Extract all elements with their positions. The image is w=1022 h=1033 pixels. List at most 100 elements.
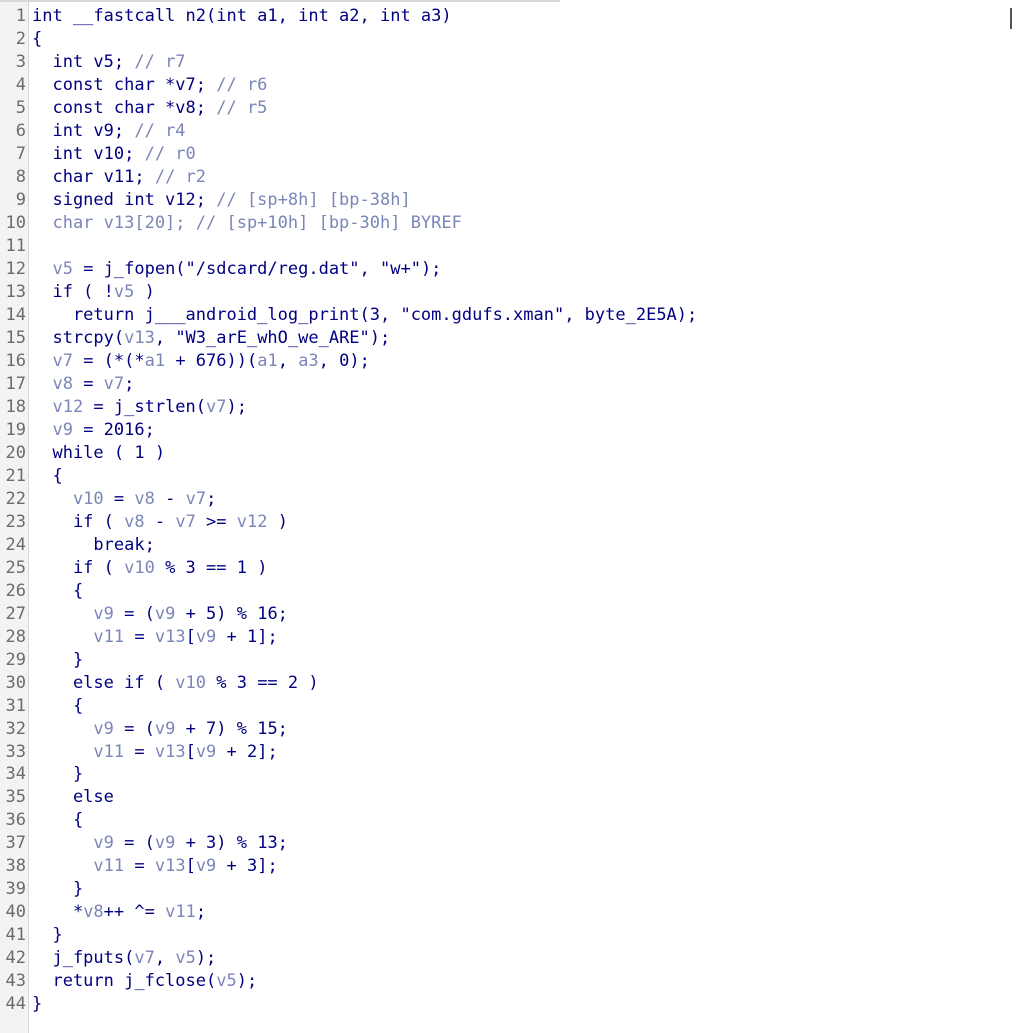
line-number: 35: [5, 787, 26, 808]
code-text[interactable]: }: [32, 994, 42, 1014]
code-line[interactable]: 33 v11 = v13[v9 + 2];: [0, 741, 1022, 764]
code-variable: v11: [32, 856, 125, 877]
code-text[interactable]: const char *v7; // r6: [32, 75, 267, 95]
code-line[interactable]: 14 return j___android_log_print(3, "com.…: [0, 304, 1022, 327]
code-line[interactable]: 10 char v13[20]; // [sp+10h] [bp-30h] BY…: [0, 212, 1022, 235]
code-line[interactable]: 25 if ( v10 % 3 == 1 ): [0, 557, 1022, 580]
code-text[interactable]: if ( v8 - v7 >= v12 ): [32, 512, 288, 532]
code-text[interactable]: v8 = v7;: [32, 374, 134, 394]
code-text[interactable]: v11 = v13[v9 + 2];: [32, 741, 277, 762]
code-text[interactable]: const char *v8; // r5: [32, 98, 267, 118]
code-text[interactable]: v11 = v13[v9 + 1];: [32, 627, 277, 647]
code-text[interactable]: int v10; // r0: [32, 144, 195, 164]
code-line[interactable]: 2{: [0, 28, 1022, 51]
code-line[interactable]: 11: [0, 235, 1022, 258]
code-line[interactable]: 24 break;: [0, 534, 1022, 557]
code-line[interactable]: 1 int __fastcall n2(int a1, int a2, int a…: [0, 5, 1022, 28]
code-line[interactable]: 43 return j_fclose(v5);: [0, 970, 1022, 993]
code-line[interactable]: 21 {: [0, 465, 1022, 488]
code-text[interactable]: v9 = 2016;: [32, 420, 154, 440]
code-text[interactable]: return j___android_log_print(3, "com.gdu…: [32, 305, 697, 325]
code-line[interactable]: 35 else: [0, 786, 1022, 809]
code-text[interactable]: v9 = (v9 + 3) % 13;: [32, 833, 288, 853]
code-line[interactable]: 38 v11 = v13[v9 + 3];: [0, 855, 1022, 878]
code-line[interactable]: 8 char v11; // r2: [0, 166, 1022, 189]
code-line[interactable]: 30 else if ( v10 % 3 == 2 ): [0, 672, 1022, 695]
code-line[interactable]: 29 }: [0, 649, 1022, 672]
code-text[interactable]: break;: [32, 535, 154, 555]
code-text[interactable]: char v11; // r2: [32, 167, 206, 187]
code-line[interactable]: 13 if ( !v5 ): [0, 281, 1022, 304]
code-token: [: [185, 741, 196, 762]
line-number: 41: [5, 925, 26, 946]
code-text[interactable]: }: [32, 925, 62, 945]
code-token: =: [72, 373, 104, 394]
code-line[interactable]: 6 int v9; // r4: [0, 120, 1022, 143]
code-text[interactable]: int v9; // r4: [32, 121, 185, 141]
code-line[interactable]: 37 v9 = (v9 + 3) % 13;: [0, 832, 1022, 855]
code-text[interactable]: {: [32, 466, 62, 486]
code-text[interactable]: return j_fclose(v5);: [32, 971, 257, 991]
code-line[interactable]: 19 v9 = 2016;: [0, 419, 1022, 442]
code-line[interactable]: 23 if ( v8 - v7 >= v12 ): [0, 511, 1022, 534]
code-token: ,: [154, 948, 176, 969]
code-line[interactable]: 12 v5 = j_fopen("/sdcard/reg.dat", "w+")…: [0, 258, 1022, 281]
code-text[interactable]: {: [32, 810, 83, 830]
code-token: % 3 == 2 ): [206, 672, 319, 693]
code-text[interactable]: v9 = (v9 + 5) % 16;: [32, 604, 288, 624]
code-line[interactable]: 31 {: [0, 695, 1022, 718]
code-text[interactable]: v7 = (*(*a1 + 676))(a1, a3, 0);: [32, 351, 369, 371]
code-text[interactable]: j_fputs(v7, v5);: [32, 948, 216, 968]
code-text[interactable]: {: [32, 696, 83, 716]
code-text[interactable]: {: [32, 29, 42, 49]
code-text[interactable]: strcpy(v13, "W3_arE_whO_we_ARE");: [32, 328, 390, 348]
code-line[interactable]: 4 const char *v7; // r6: [0, 74, 1022, 97]
code-line[interactable]: 15 strcpy(v13, "W3_arE_whO_we_ARE");: [0, 327, 1022, 350]
code-token: int __fastcall n2(int a1, int a2, int a3…: [32, 6, 452, 26]
code-text[interactable]: }: [32, 879, 83, 899]
code-line[interactable]: 18 v12 = j_strlen(v7);: [0, 396, 1022, 419]
code-line[interactable]: 7 int v10; // r0: [0, 143, 1022, 166]
pseudocode-view[interactable]: 1 int __fastcall n2(int a1, int a2, int a…: [0, 5, 1022, 1016]
code-text[interactable]: v10 = v8 - v7;: [32, 489, 216, 509]
code-token: = j_strlen(: [83, 396, 207, 417]
code-text[interactable]: v12 = j_strlen(v7);: [32, 397, 247, 417]
code-text[interactable]: *v8++ ^= v11;: [32, 902, 206, 922]
code-text[interactable]: if ( !v5 ): [32, 282, 154, 302]
code-text[interactable]: int v5; // r7: [32, 52, 185, 72]
code-line[interactable]: 3 int v5; // r7: [0, 51, 1022, 74]
code-line[interactable]: 17 v8 = v7;: [0, 373, 1022, 396]
code-line[interactable]: 22 v10 = v8 - v7;: [0, 488, 1022, 511]
code-line[interactable]: 39 }: [0, 878, 1022, 901]
code-text[interactable]: signed int v12; // [sp+8h] [bp-38h]: [32, 190, 410, 210]
code-text[interactable]: else if ( v10 % 3 == 2 ): [32, 673, 319, 693]
code-variable: v9: [195, 741, 217, 762]
code-text[interactable]: while ( 1 ): [32, 443, 165, 463]
code-line[interactable]: 26 {: [0, 580, 1022, 603]
code-line[interactable]: 42 j_fputs(v7, v5);: [0, 947, 1022, 970]
code-text[interactable]: {: [32, 581, 83, 601]
code-text[interactable]: v9 = (v9 + 7) % 15;: [32, 719, 288, 739]
line-number: 6: [15, 120, 26, 141]
code-line[interactable]: 27 v9 = (v9 + 5) % 16;: [0, 603, 1022, 626]
code-text[interactable]: if ( v10 % 3 == 1 ): [32, 558, 268, 578]
code-line[interactable]: 34 }: [0, 763, 1022, 786]
code-text[interactable]: v5 = j_fopen("/sdcard/reg.dat", "w+");: [32, 259, 441, 279]
code-line[interactable]: 5 const char *v8; // r5: [0, 97, 1022, 120]
code-line[interactable]: 41 }: [0, 924, 1022, 947]
code-line[interactable]: 40 *v8++ ^= v11;: [0, 901, 1022, 924]
editor-top-border: [0, 0, 560, 2]
code-line[interactable]: 28 v11 = v13[v9 + 1];: [0, 626, 1022, 649]
code-line[interactable]: 20 while ( 1 ): [0, 442, 1022, 465]
code-text[interactable]: }: [32, 650, 83, 670]
code-text[interactable]: }: [32, 764, 83, 784]
code-line[interactable]: 36 {: [0, 809, 1022, 832]
code-line[interactable]: 32 v9 = (v9 + 7) % 15;: [0, 718, 1022, 741]
code-line[interactable]: 9 signed int v12; // [sp+8h] [bp-38h]: [0, 189, 1022, 212]
code-line[interactable]: 16 v7 = (*(*a1 + 676))(a1, a3, 0);: [0, 350, 1022, 373]
code-text[interactable]: int __fastcall n2(int a1, int a2, int a3…: [32, 6, 452, 26]
code-text[interactable]: v11 = v13[v9 + 3];: [32, 856, 277, 877]
code-text[interactable]: else: [32, 787, 114, 807]
code-line[interactable]: 44}: [0, 993, 1022, 1016]
code-text[interactable]: char v13[20]; // [sp+10h] [bp-30h] BYREF: [32, 213, 461, 233]
